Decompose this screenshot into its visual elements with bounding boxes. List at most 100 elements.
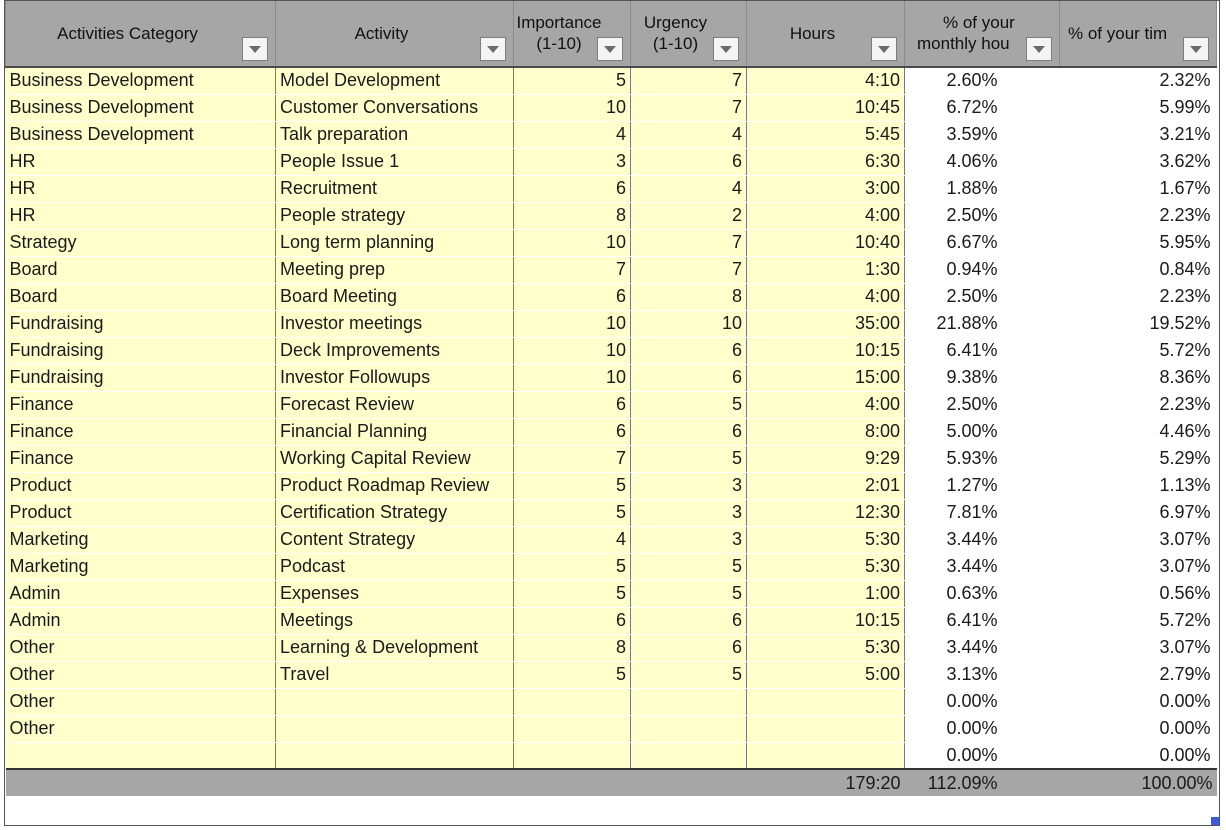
cell-activity[interactable]: Forecast Review [275, 391, 514, 419]
cell-pct-monthly[interactable]: 0.00% [904, 715, 1060, 743]
cell-pct-monthly[interactable]: 0.00% [904, 742, 1060, 770]
cell-pct-monthly[interactable]: 2.50% [904, 283, 1060, 311]
cell-pct-monthly[interactable]: 3.13% [904, 661, 1060, 689]
cell-activity[interactable]: Content Strategy [275, 526, 514, 554]
cell-activity[interactable]: Deck Improvements [275, 337, 514, 365]
cell-urgency[interactable]: 7 [630, 229, 747, 257]
cell-pct-time[interactable]: 5.99% [1059, 94, 1217, 122]
cell-pct-time[interactable]: 3.21% [1059, 121, 1217, 149]
cell-pct-time[interactable]: 2.32% [1059, 66, 1217, 95]
cell-pct-time[interactable]: 0.56% [1059, 580, 1217, 608]
cell-activity[interactable]: Investor Followups [275, 364, 514, 392]
cell-urgency[interactable]: 3 [630, 499, 747, 527]
cell-pct-time[interactable]: 6.97% [1059, 499, 1217, 527]
cell-hours[interactable]: 10:15 [746, 337, 905, 365]
cell-hours[interactable]: 4:00 [746, 202, 905, 230]
cell-hours[interactable]: 10:40 [746, 229, 905, 257]
cell-importance[interactable]: 5 [513, 661, 631, 689]
cell-importance[interactable]: 3 [513, 148, 631, 176]
cell-category[interactable]: HR [5, 148, 276, 176]
cell-activity[interactable]: Working Capital Review [275, 445, 514, 473]
cell-urgency[interactable]: 6 [630, 607, 747, 635]
cell-pct-time[interactable]: 3.07% [1059, 553, 1217, 581]
cell-hours[interactable]: 4:00 [746, 283, 905, 311]
cell-urgency[interactable]: 4 [630, 175, 747, 203]
cell-pct-time[interactable]: 0.84% [1059, 256, 1217, 284]
header-urgency[interactable]: Urgency (1-10) [630, 0, 747, 67]
cell-hours[interactable] [746, 742, 905, 770]
cell-importance[interactable]: 10 [513, 337, 631, 365]
cell-activity[interactable] [275, 688, 514, 716]
cell-pct-monthly[interactable]: 9.38% [904, 364, 1060, 392]
cell-pct-time[interactable]: 2.23% [1059, 391, 1217, 419]
cell-activity[interactable]: Podcast [275, 553, 514, 581]
cell-pct-time[interactable]: 8.36% [1059, 364, 1217, 392]
total-cell-empty[interactable] [275, 768, 514, 796]
cell-pct-time[interactable]: 3.07% [1059, 526, 1217, 554]
filter-dropdown-importance[interactable] [597, 37, 623, 61]
cell-pct-monthly[interactable]: 6.41% [904, 607, 1060, 635]
cell-category[interactable]: Other [5, 661, 276, 689]
cell-pct-monthly[interactable]: 1.27% [904, 472, 1060, 500]
cell-hours[interactable]: 5:00 [746, 661, 905, 689]
cell-hours[interactable]: 1:30 [746, 256, 905, 284]
cell-category[interactable]: Fundraising [5, 364, 276, 392]
header-pct-monthly[interactable]: % of your monthly hou [904, 0, 1060, 67]
cell-importance[interactable]: 7 [513, 256, 631, 284]
cell-hours[interactable]: 5:30 [746, 526, 905, 554]
cell-importance[interactable]: 7 [513, 445, 631, 473]
cell-activity[interactable]: Certification Strategy [275, 499, 514, 527]
cell-activity[interactable]: Financial Planning [275, 418, 514, 446]
cell-pct-monthly[interactable]: 3.59% [904, 121, 1060, 149]
cell-activity[interactable]: Meeting prep [275, 256, 514, 284]
cell-pct-monthly[interactable]: 6.72% [904, 94, 1060, 122]
cell-pct-time[interactable]: 5.95% [1059, 229, 1217, 257]
cell-pct-monthly[interactable]: 0.94% [904, 256, 1060, 284]
cell-importance[interactable]: 10 [513, 364, 631, 392]
cell-importance[interactable]: 6 [513, 391, 631, 419]
cell-pct-time[interactable]: 0.00% [1059, 742, 1217, 770]
cell-activity[interactable]: Product Roadmap Review [275, 472, 514, 500]
cell-hours[interactable]: 35:00 [746, 310, 905, 338]
cell-urgency[interactable]: 10 [630, 310, 747, 338]
cell-pct-monthly[interactable]: 6.41% [904, 337, 1060, 365]
cell-category[interactable]: Board [5, 283, 276, 311]
cell-pct-monthly[interactable]: 3.44% [904, 553, 1060, 581]
cell-category[interactable]: Marketing [5, 553, 276, 581]
cell-category[interactable] [5, 742, 276, 770]
cell-category[interactable]: Product [5, 472, 276, 500]
cell-importance[interactable] [513, 688, 631, 716]
cell-hours[interactable]: 9:29 [746, 445, 905, 473]
cell-urgency[interactable]: 8 [630, 283, 747, 311]
cell-category[interactable]: Other [5, 688, 276, 716]
cell-pct-monthly[interactable]: 5.00% [904, 418, 1060, 446]
cell-activity[interactable] [275, 742, 514, 770]
cell-hours[interactable]: 5:30 [746, 553, 905, 581]
cell-activity[interactable]: Expenses [275, 580, 514, 608]
cell-pct-time[interactable]: 0.00% [1059, 715, 1217, 743]
cell-pct-monthly[interactable]: 2.50% [904, 391, 1060, 419]
cell-urgency[interactable]: 4 [630, 121, 747, 149]
cell-hours[interactable]: 8:00 [746, 418, 905, 446]
cell-hours[interactable]: 2:01 [746, 472, 905, 500]
cell-importance[interactable]: 6 [513, 283, 631, 311]
header-activity[interactable]: Activity [275, 0, 514, 67]
cell-category[interactable]: Marketing [5, 526, 276, 554]
cell-pct-monthly[interactable]: 4.06% [904, 148, 1060, 176]
cell-hours[interactable]: 5:45 [746, 121, 905, 149]
cell-category[interactable]: Product [5, 499, 276, 527]
cell-urgency[interactable]: 7 [630, 66, 747, 95]
cell-urgency[interactable]: 5 [630, 661, 747, 689]
cell-urgency[interactable]: 5 [630, 445, 747, 473]
cell-pct-monthly[interactable]: 7.81% [904, 499, 1060, 527]
cell-category[interactable]: Fundraising [5, 337, 276, 365]
cell-urgency[interactable]: 6 [630, 364, 747, 392]
cell-pct-time[interactable]: 5.72% [1059, 337, 1217, 365]
cell-importance[interactable]: 6 [513, 607, 631, 635]
cell-hours[interactable]: 15:00 [746, 364, 905, 392]
total-pct-monthly[interactable]: 112.09% [904, 768, 1060, 796]
cell-pct-time[interactable]: 4.46% [1059, 418, 1217, 446]
cell-importance[interactable]: 8 [513, 634, 631, 662]
cell-hours[interactable]: 12:30 [746, 499, 905, 527]
cell-importance[interactable]: 5 [513, 499, 631, 527]
